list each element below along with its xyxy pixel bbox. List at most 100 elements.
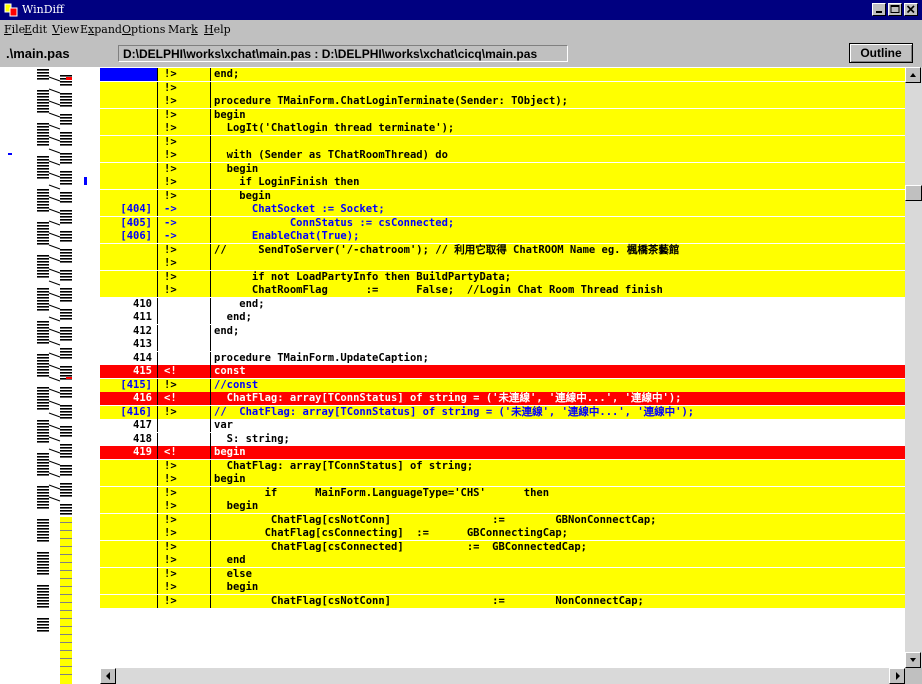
diff-line[interactable]: [416] !> // ChatFlag: array[TConnStatus] o… (100, 405, 905, 419)
horizontal-scrollbar[interactable] (100, 668, 905, 684)
minimize-button[interactable] (872, 3, 886, 16)
column-divider (157, 351, 158, 365)
diff-line[interactable]: [406] -> EnableChat(True); (100, 230, 905, 243)
menu-edit[interactable]: Edit (24, 23, 47, 36)
diff-line[interactable]: 415 <! const (100, 365, 905, 378)
diff-line[interactable]: !> end; (100, 68, 905, 81)
scroll-right-button[interactable] (889, 668, 905, 684)
diff-line[interactable]: [405] -> ConnStatus := csConnected; (100, 216, 905, 230)
scroll-up-button[interactable] (905, 67, 921, 83)
overview-connector (48, 412, 61, 418)
diff-line[interactable]: !> ChatFlag[csNotConn] := GBNonConnectCa… (100, 513, 905, 527)
diff-marker: -> (164, 216, 177, 229)
diff-line[interactable]: !> ChatFlag[csConnecting] := GBConnectin… (100, 527, 905, 540)
overview-stripe (37, 432, 49, 434)
overview-stripe (37, 354, 49, 356)
diff-line[interactable]: 412 end; (100, 324, 905, 338)
menu-options[interactable]: Options (122, 23, 165, 36)
windiff-app-icon[interactable] (4, 3, 18, 17)
overview-stripe (37, 171, 49, 173)
overview-stripe (60, 570, 72, 571)
menu-view[interactable]: View (52, 23, 79, 36)
code-text: begin (214, 473, 246, 485)
diff-line[interactable]: 417 var (100, 419, 905, 432)
overview-stripe (60, 417, 72, 419)
diff-line[interactable]: !> ChatFlag[csConnected] := GBConnectedC… (100, 540, 905, 554)
vertical-scroll-thumb[interactable] (905, 185, 922, 201)
diff-line[interactable]: [415] !> //const (100, 378, 905, 392)
overview-stripe (60, 327, 72, 329)
code-text: begin (214, 189, 271, 202)
diff-line[interactable]: 416 <! ChatFlag: array[TConnStatus] of st… (100, 392, 905, 405)
diff-line[interactable]: 414 procedure TMainForm.UpdateCaption; (100, 351, 905, 365)
diff-line[interactable]: !> ChatRoomFlag := False; //Login Chat R… (100, 284, 905, 297)
overview-stripe (37, 438, 49, 440)
outline-button[interactable]: Outline (849, 43, 913, 63)
menu-help[interactable]: Help (204, 23, 231, 36)
diff-line[interactable]: !> begin (100, 108, 905, 122)
diff-line[interactable]: !> LogIt('Chatlogin thread terminate'); (100, 122, 905, 135)
diff-line[interactable]: 411 end; (100, 311, 905, 324)
diff-line[interactable]: !> (100, 135, 905, 149)
overview-stripe (37, 291, 49, 293)
scroll-down-button[interactable] (905, 652, 921, 668)
diff-line[interactable]: !> begin (100, 473, 905, 486)
column-divider (210, 230, 211, 243)
diff-line[interactable]: [404] -> ChatSocket := Socket; (100, 203, 905, 216)
menu-expand[interactable]: Expand (80, 23, 122, 36)
diff-line[interactable]: !> begin (100, 189, 905, 203)
close-button[interactable] (904, 3, 918, 16)
menu-mark[interactable]: Mark (168, 23, 198, 36)
diff-overview-map[interactable] (0, 67, 100, 684)
menu-file[interactable]: File (4, 23, 25, 36)
diff-marker: !> (164, 95, 177, 107)
diff-code-view[interactable]: !> end; !> !> procedure TMainForm.ChatLoginT… (100, 67, 905, 668)
diff-line[interactable]: !> else (100, 567, 905, 581)
column-divider (157, 554, 158, 567)
diff-line[interactable]: !> (100, 257, 905, 270)
diff-line[interactable]: !> (100, 81, 905, 95)
overview-stripe (37, 327, 49, 329)
diff-line[interactable]: !> // SendToServer('/-chatroom'); // 利用它取… (100, 243, 905, 257)
diff-line[interactable]: !> begin (100, 581, 905, 594)
overview-connector (48, 292, 61, 298)
overview-connector (48, 400, 61, 406)
code-text: end; (214, 68, 240, 80)
menu-bar: File Edit View Expand Options Mark Help (0, 20, 922, 38)
diff-line[interactable]: !> begin (100, 162, 905, 176)
column-divider (210, 176, 211, 189)
column-divider (157, 527, 158, 540)
line-number-cell (100, 527, 157, 540)
diff-line[interactable]: !> with (Sender as TChatRoomThread) do (100, 149, 905, 162)
line-number-cell (100, 513, 157, 527)
line-number: 411 (133, 311, 152, 323)
overview-stripe (37, 210, 49, 212)
diff-line[interactable]: 410 end; (100, 297, 905, 311)
diff-line[interactable]: !> begin (100, 500, 905, 513)
overview-stripe (60, 468, 72, 470)
diff-line[interactable]: 418 S: string; (100, 432, 905, 446)
diff-marker: !> (164, 567, 177, 580)
scroll-left-button[interactable] (100, 668, 116, 684)
overview-stripe (60, 372, 72, 374)
column-divider (157, 230, 158, 243)
diff-line[interactable]: !> ChatFlag: array[TConnStatus] of strin… (100, 459, 905, 473)
column-divider (157, 108, 158, 122)
arrow-right-icon (896, 672, 900, 680)
column-divider (210, 95, 211, 108)
diff-line[interactable]: !> if not LoadPartyInfo then BuildPartyD… (100, 270, 905, 284)
diff-line[interactable]: !> end (100, 554, 905, 567)
overview-connector (48, 136, 61, 142)
diff-line[interactable]: 419 <! begin (100, 446, 905, 459)
diff-line[interactable]: !> if MainForm.LanguageType='CHS' then (100, 486, 905, 500)
diff-line[interactable]: !> procedure TMainForm.ChatLoginTerminate… (100, 95, 905, 108)
vertical-scrollbar[interactable] (905, 67, 922, 668)
line-number-cell (100, 567, 157, 581)
code-text: with (Sender as TChatRoomThread) do (214, 149, 448, 161)
maximize-button[interactable] (888, 3, 902, 16)
diff-line[interactable]: !> ChatFlag[csNotConn] := NonConnectCap; (100, 594, 905, 608)
overview-stripe (60, 396, 72, 398)
diff-line[interactable]: 413 (100, 338, 905, 351)
diff-overview-pane[interactable] (0, 67, 100, 684)
diff-line[interactable]: !> if LoginFinish then (100, 176, 905, 189)
